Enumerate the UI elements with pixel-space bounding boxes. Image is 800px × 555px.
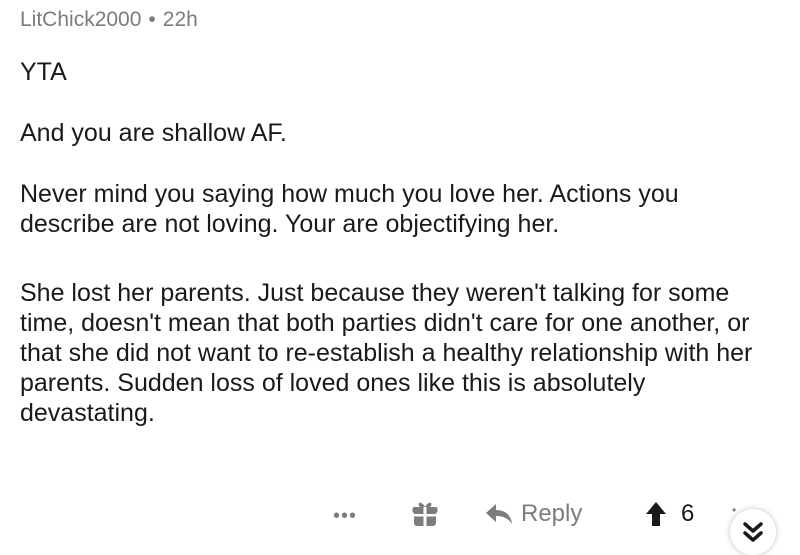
comment-paragraph: And you are shallow AF. [20,119,287,147]
collapse-thread-button[interactable] [730,509,776,555]
double-chevron-down-icon [743,522,763,542]
more-options-button[interactable]: ••• [333,505,357,528]
vote-count: 6 [681,500,695,527]
reply-button[interactable]: Reply [485,500,582,528]
comment-age: 22h [162,8,198,31]
gift-icon[interactable] [412,500,438,528]
comment-paragraph: YTA [20,58,67,86]
separator-dot: • [732,503,737,517]
comment-paragraph: Never mind you saying how much you love … [20,180,679,238]
upvote-arrow-icon[interactable] [645,501,667,527]
comment-actions: ••• Reply 6 • [0,495,800,555]
vote-control: 6 [645,500,694,528]
reply-label: Reply [521,500,583,527]
author-name[interactable]: LitChick2000 [20,8,141,31]
meta-separator: • [148,8,156,31]
reply-arrow-icon [486,504,512,524]
comment-paragraph: She lost her parents. Just because they … [20,279,753,427]
comment-meta: LitChick2000 • 22h [20,8,198,32]
